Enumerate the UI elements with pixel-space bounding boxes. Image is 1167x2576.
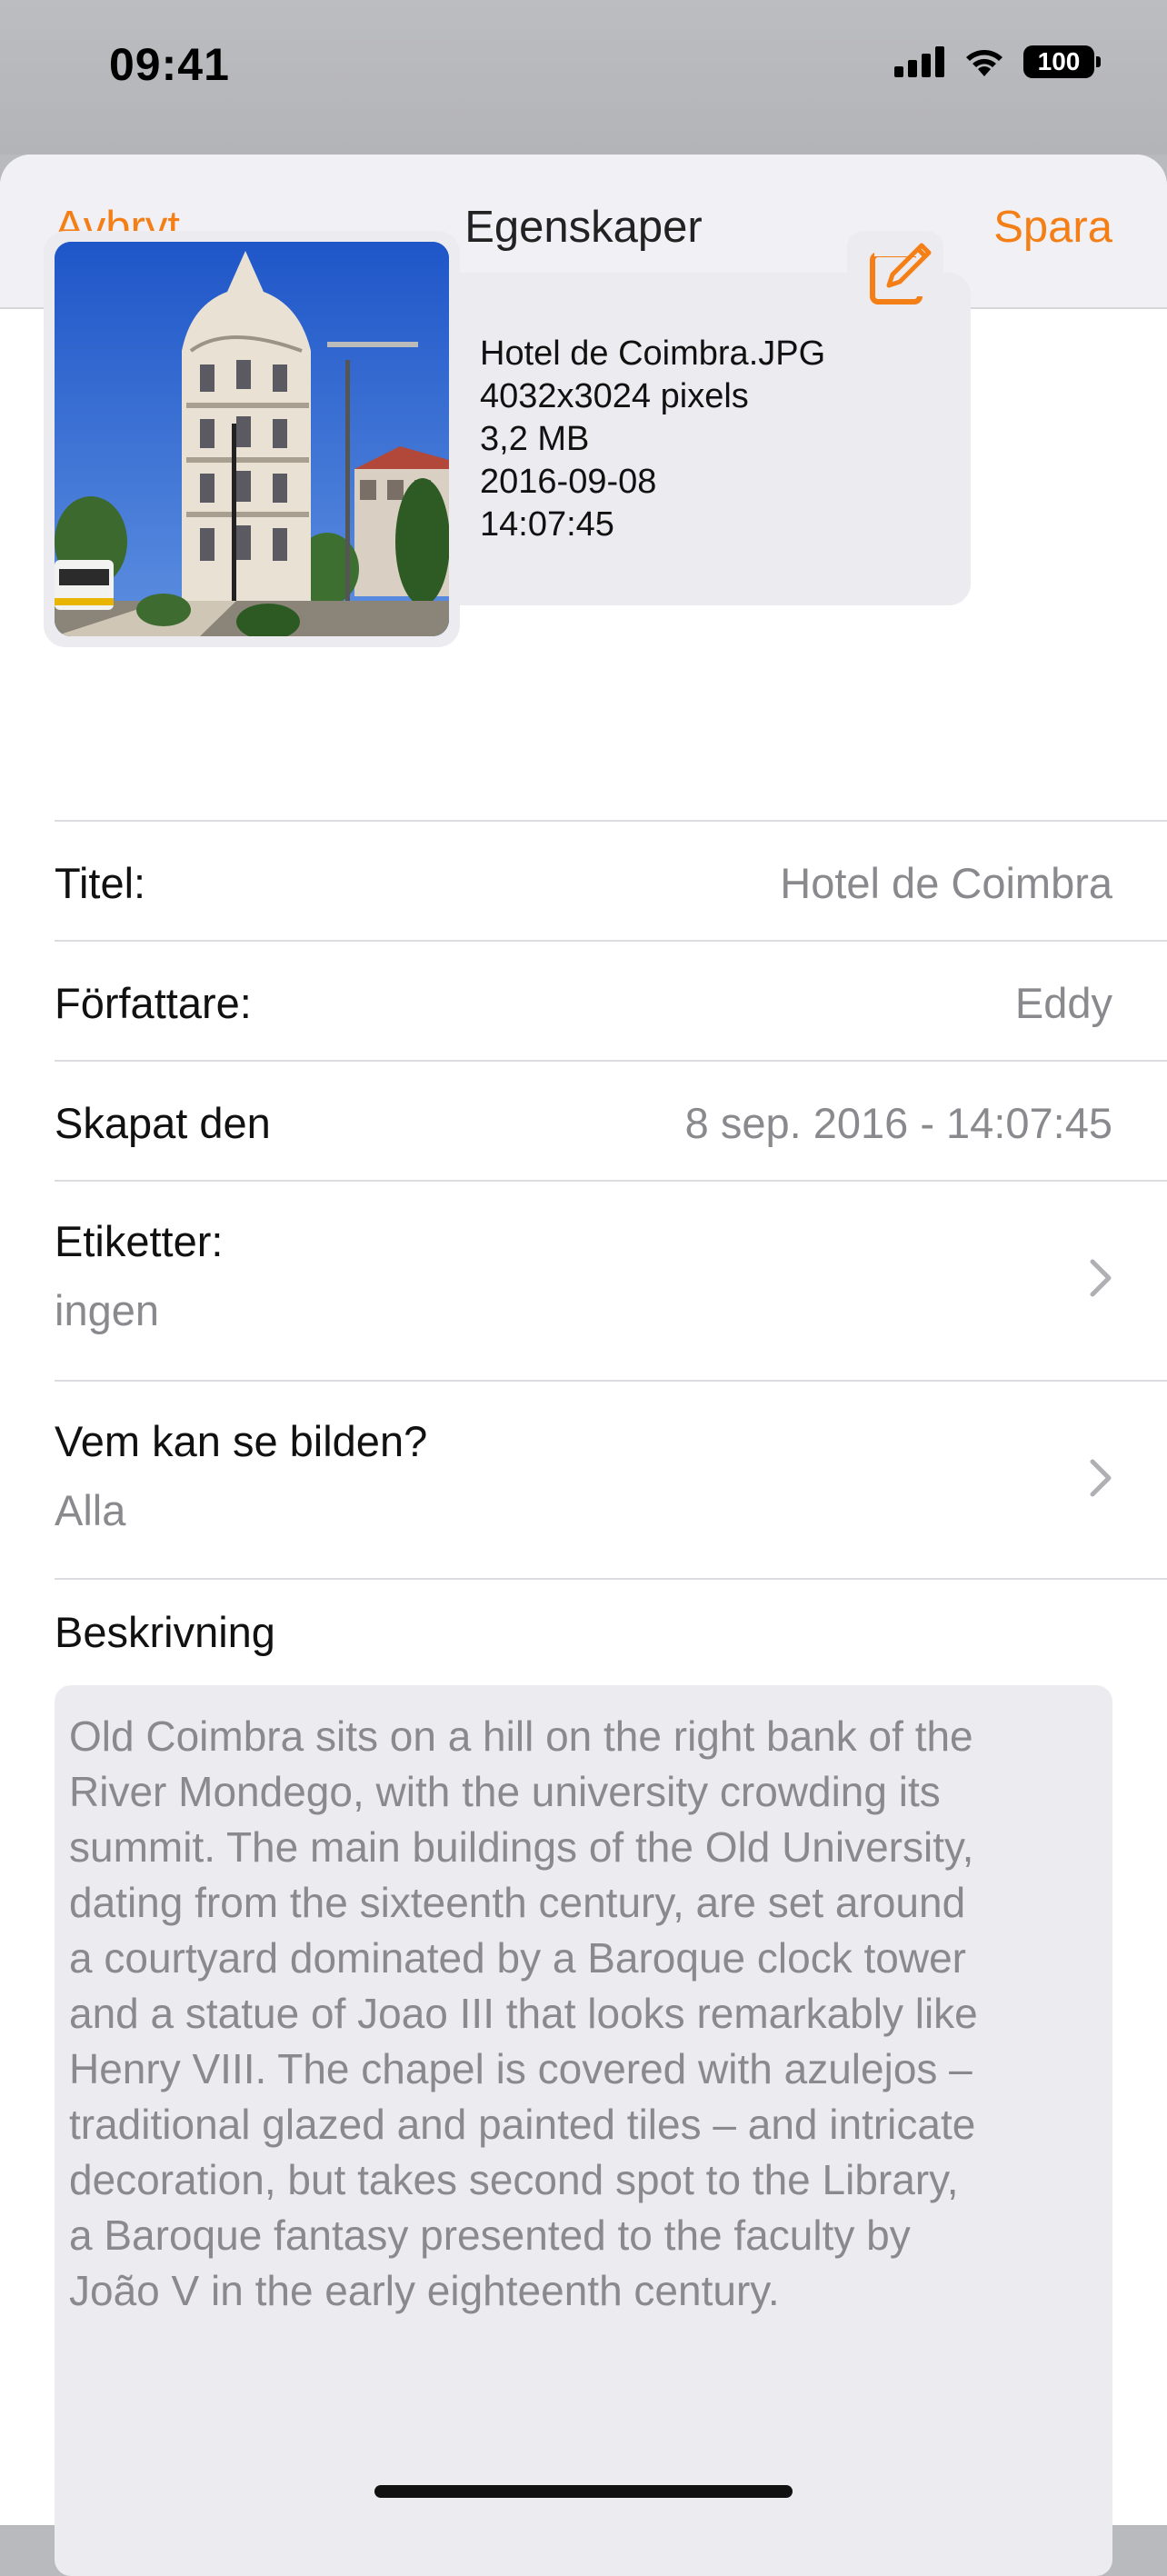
battery-icon: 100 [1023,45,1101,78]
save-button[interactable]: Spara [993,202,1112,253]
tags-label: Etiketter: [55,1217,224,1265]
status-time: 09:41 [109,39,230,90]
author-value[interactable]: Eddy [1015,978,1112,1028]
title-row[interactable]: Titel: Hotel de Coimbra [55,820,1167,940]
status-icons: 100 [894,45,1101,78]
created-value: 8 sep. 2016 - 14:07:45 [684,1099,1112,1147]
photo-thumbnail[interactable] [55,242,449,636]
cellular-signal-icon [894,46,944,77]
file-info: Hotel de Coimbra.JPG 4032x3024 pixels 3,… [480,333,825,546]
wifi-icon [966,50,1002,76]
created-label: Skapat den [55,1099,271,1147]
edit-icon[interactable] [862,236,938,313]
visibility-row[interactable]: Vem kan se bilden? Alla [55,1380,1167,1580]
author-label: Författare: [55,979,252,1027]
author-row[interactable]: Författare: Eddy [55,940,1167,1060]
divider [55,1578,1167,1580]
file-dimensions: 4032x3024 pixels [480,377,749,415]
chevron-right-icon [1090,1459,1112,1497]
description-label: Beskrivning [55,1608,275,1656]
tags-value: ingen [55,1286,159,1334]
title-label: Titel: [55,859,146,907]
file-name: Hotel de Coimbra.JPG [480,334,826,373]
file-time: 14:07:45 [480,505,614,544]
status-bar: 09:41 100 [0,0,1167,155]
file-size: 3,2 MB [480,420,590,458]
photo-frame [44,231,460,647]
tags-row[interactable]: Etiketter: ingen [55,1180,1167,1380]
file-date: 2016-09-08 [480,463,657,501]
home-indicator [374,2485,793,2498]
title-value[interactable]: Hotel de Coimbra [780,858,1112,908]
visibility-value: Alla [55,1486,126,1534]
description-text: Old Coimbra sits on a hill on the right … [69,1712,978,2314]
chevron-right-icon [1090,1259,1112,1297]
visibility-label: Vem kan se bilden? [55,1417,428,1465]
created-row: Skapat den 8 sep. 2016 - 14:07:45 [55,1060,1167,1180]
